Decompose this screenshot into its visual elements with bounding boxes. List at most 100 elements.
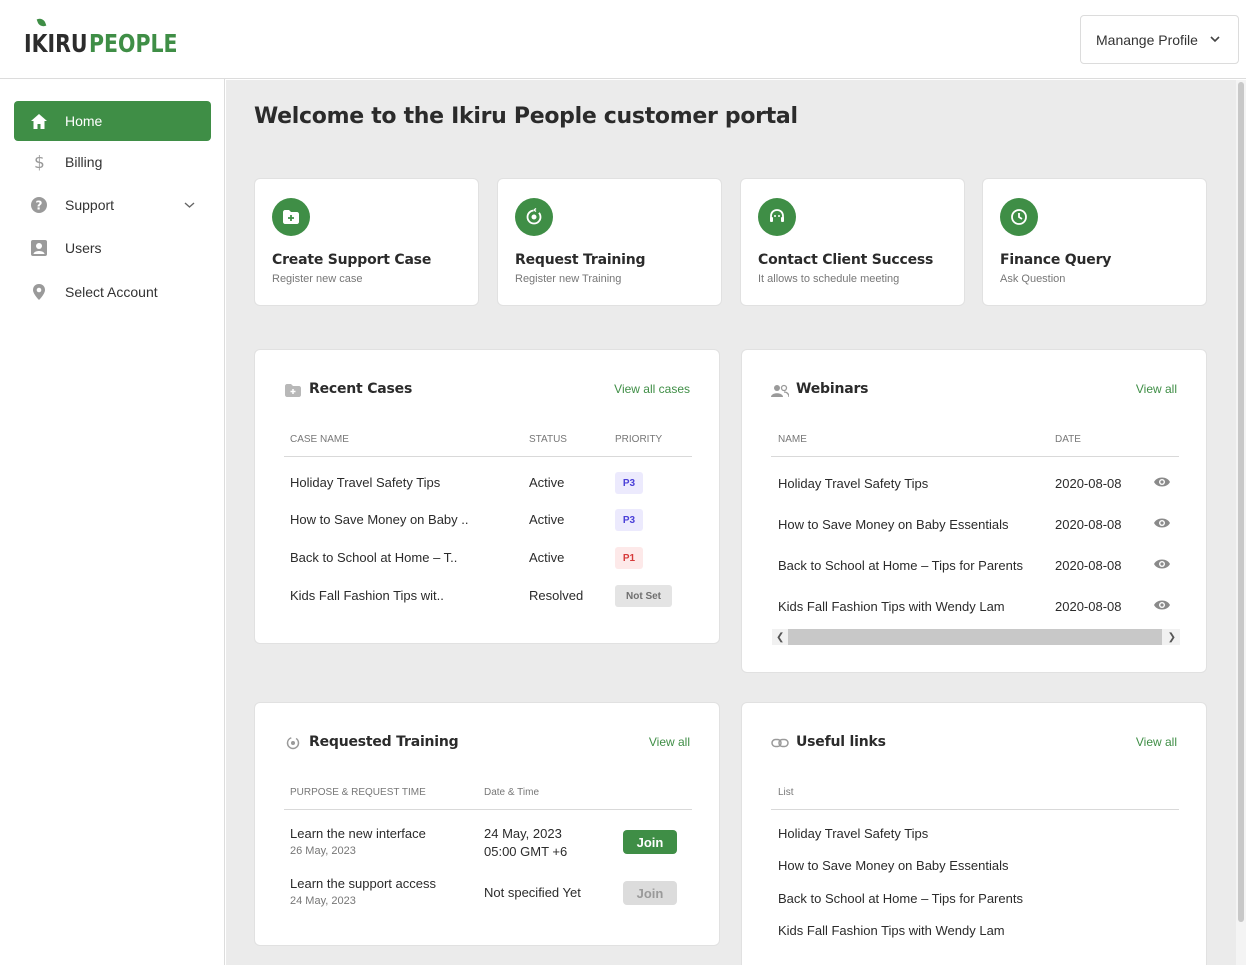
brand-part1: IKIRU (24, 29, 88, 58)
useful-link[interactable]: Kids Fall Fashion Tips with Wendy Lam (778, 923, 1005, 938)
column-header: List (778, 787, 794, 798)
chevron-down-icon[interactable] (184, 200, 195, 210)
card-subtitle: Register new Training (515, 273, 622, 285)
brand-logo[interactable]: IKIRU PEOPLE (24, 17, 197, 58)
request-time: 26 May, 2023 (290, 845, 356, 857)
location-pin-icon (30, 283, 48, 301)
useful-link[interactable]: Back to School at Home – Tips for Parent… (778, 891, 1023, 906)
requested-training-panel: Requested Training View all PURPOSE & RE… (254, 702, 720, 946)
sidebar-item-label: Billing (65, 154, 103, 170)
webinar-date: 2020-08-08 (1055, 558, 1122, 573)
view-all-cases-link[interactable]: View all cases (614, 382, 690, 396)
eye-icon[interactable] (1153, 475, 1171, 489)
column-header: PRIORITY (615, 434, 663, 445)
svg-text:?: ? (36, 199, 43, 213)
view-all-webinars-link[interactable]: View all (1136, 382, 1177, 396)
scroll-right-icon[interactable]: ❯ (1168, 632, 1176, 643)
card-title: Request Training (515, 252, 646, 268)
webinar-name: How to Save Money on Baby Essentials (778, 517, 1009, 532)
case-status: Active (529, 475, 565, 490)
training-date: 24 May, 2023 (484, 826, 562, 841)
scrollbar-thumb[interactable] (788, 629, 1162, 645)
sidebar-item-home[interactable]: Home (14, 101, 211, 141)
brand-part2: PEOPLE (88, 29, 178, 58)
view-all-training-link[interactable]: View all (649, 735, 690, 749)
horizontal-scrollbar[interactable]: ❮ ❯ (772, 629, 1180, 645)
sidebar-item-select-account[interactable]: Select Account (14, 272, 211, 312)
scrollbar-thumb[interactable] (1238, 82, 1244, 922)
sidebar-item-label: Select Account (65, 284, 158, 300)
webinar-date: 2020-08-08 (1055, 476, 1122, 491)
case-name[interactable]: Kids Fall Fashion Tips wit.. (290, 588, 444, 603)
recent-cases-panel: Recent Cases View all cases CASE NAME ST… (254, 349, 720, 644)
folder-plus-icon (272, 198, 310, 236)
page-title: Welcome to the Ikiru People customer por… (254, 104, 798, 129)
training-purpose: Learn the new interface (290, 826, 426, 841)
column-header: DATE (1055, 434, 1081, 445)
training-icon (284, 736, 302, 750)
home-icon (30, 112, 48, 130)
case-status: Resolved (529, 588, 584, 603)
sidebar-item-label: Home (65, 113, 103, 129)
divider (284, 456, 692, 457)
finance-query-card[interactable]: Finance Query Ask Question (982, 178, 1207, 306)
join-button[interactable]: Join (623, 830, 677, 854)
webinars-panel: Webinars View all NAME DATE Holiday Trav… (741, 349, 1207, 673)
card-subtitle: Ask Question (1000, 273, 1066, 285)
column-header: CASE NAME (290, 434, 349, 445)
card-title: Finance Query (1000, 252, 1112, 268)
case-name[interactable]: Holiday Travel Safety Tips (290, 475, 440, 490)
manage-profile-button[interactable]: Manange Profile (1080, 15, 1239, 64)
leaf-icon (36, 17, 47, 28)
card-subtitle: It allows to schedule meeting (758, 273, 900, 285)
svg-text:$: $ (34, 153, 45, 171)
priority-badge: P1 (615, 547, 643, 569)
view-all-links-link[interactable]: View all (1136, 735, 1177, 749)
useful-link[interactable]: How to Save Money on Baby Essentials (778, 858, 1009, 873)
help-icon: ? (30, 196, 48, 214)
contact-client-success-card[interactable]: Contact Client Success It allows to sche… (740, 178, 965, 306)
column-header: Date & Time (484, 787, 540, 798)
column-header: STATUS (529, 434, 567, 445)
request-time: 24 May, 2023 (290, 895, 356, 907)
priority-badge: Not Set (615, 585, 672, 607)
webinar-name: Kids Fall Fashion Tips with Wendy Lam (778, 599, 1005, 614)
eye-icon[interactable] (1153, 598, 1171, 612)
priority-badge: P3 (615, 509, 643, 531)
webinar-date: 2020-08-08 (1055, 517, 1122, 532)
training-purpose: Learn the support access (290, 876, 436, 891)
priority-badge: P3 (615, 472, 643, 494)
link-icon (771, 736, 789, 750)
user-icon (30, 239, 48, 257)
sidebar-item-support[interactable]: ? Support (14, 185, 211, 225)
vertical-scrollbar[interactable] (1236, 80, 1246, 965)
sidebar-item-users[interactable]: Users (14, 228, 211, 268)
webinar-name: Holiday Travel Safety Tips (778, 476, 929, 491)
training-time: 05:00 GMT +6 (484, 844, 568, 859)
case-name[interactable]: Back to School at Home – T.. (290, 550, 457, 565)
sidebar-item-label: Users (65, 240, 102, 256)
eye-icon[interactable] (1153, 557, 1171, 571)
divider (771, 456, 1179, 457)
sidebar-item-billing[interactable]: $ Billing (14, 142, 211, 182)
panel-title: Requested Training (309, 734, 459, 750)
column-header: NAME (778, 434, 807, 445)
dollar-icon: $ (30, 153, 48, 171)
training-date: Not specified Yet (484, 885, 581, 900)
create-support-case-card[interactable]: Create Support Case Register new case (254, 178, 479, 306)
scroll-left-icon[interactable]: ❮ (776, 632, 784, 643)
divider (771, 809, 1179, 810)
folder-plus-icon (284, 383, 302, 397)
divider (284, 809, 692, 810)
sidebar-item-label: Support (65, 197, 115, 213)
headset-icon (758, 198, 796, 236)
panel-title: Useful links (796, 734, 886, 750)
manage-profile-label: Manange Profile (1096, 31, 1198, 48)
case-name[interactable]: How to Save Money on Baby .. (290, 512, 468, 527)
panel-title: Recent Cases (309, 381, 413, 397)
chevron-down-icon (1210, 36, 1220, 43)
eye-icon[interactable] (1153, 516, 1171, 530)
join-button-disabled: Join (623, 881, 677, 905)
request-training-card[interactable]: Request Training Register new Training (497, 178, 722, 306)
useful-link[interactable]: Holiday Travel Safety Tips (778, 826, 928, 841)
